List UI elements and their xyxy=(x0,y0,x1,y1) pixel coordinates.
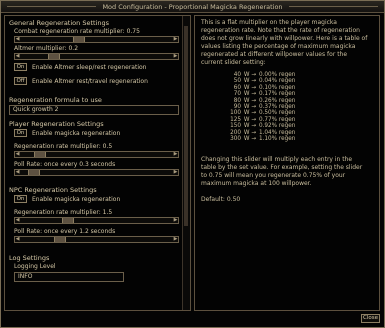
slider-knob[interactable] xyxy=(53,237,66,242)
altmer-multiplier-slider[interactable]: ◀ ▶ xyxy=(14,53,179,60)
slider-left-arrow-icon[interactable]: ◀ xyxy=(15,170,20,175)
info-paragraph-1: This is a flat multiplier on the player … xyxy=(201,19,368,66)
slider-left-arrow-icon[interactable]: ◀ xyxy=(15,37,20,42)
slider-right-arrow-icon[interactable]: ▶ xyxy=(173,237,178,242)
title-bar: Mod Configuration - Proportional Magicka… xyxy=(1,1,384,13)
slider-knob[interactable] xyxy=(28,170,41,175)
info-panel: This is a flat multiplier on the player … xyxy=(194,15,380,311)
regen-value: 1.10% regen xyxy=(259,135,296,142)
npc-enable-label: Enable magicka regeneration xyxy=(32,196,121,203)
formula-label: Regeneration formula to use xyxy=(9,96,102,104)
slider-left-arrow-icon[interactable]: ◀ xyxy=(15,218,20,223)
player-enable-label: Enable magicka regeneration xyxy=(32,130,121,137)
slider-knob[interactable] xyxy=(72,37,85,42)
slider-right-arrow-icon[interactable]: ▶ xyxy=(173,37,178,42)
slider-right-arrow-icon[interactable]: ▶ xyxy=(173,152,178,157)
combat-rate-slider[interactable]: ◀ ▶ xyxy=(14,36,179,43)
npc-poll-label: Poll Rate: once every 1.2 seconds xyxy=(14,228,116,235)
player-rate-slider[interactable]: ◀ ▶ xyxy=(14,151,179,158)
willpower-arrow: W → xyxy=(243,135,257,142)
mod-config-window: Mod Configuration - Proportional Magicka… xyxy=(0,0,385,328)
settings-panel[interactable]: General Regeneration Settings Combat reg… xyxy=(4,15,191,311)
scrollbar-thumb[interactable] xyxy=(184,26,188,226)
title-rule-left xyxy=(7,6,97,7)
logging-level-input[interactable]: INFO xyxy=(14,272,124,282)
npc-rate-label: Regeneration rate multiplier: 1.5 xyxy=(14,209,113,216)
player-poll-label: Poll Rate: once every 0.3 seconds xyxy=(14,161,116,168)
npc-header: NPC Regeneration Settings xyxy=(9,186,97,194)
info-paragraph-2: Changing this slider will multiply each … xyxy=(201,156,363,187)
player-rate-label: Regeneration rate multiplier: 0.5 xyxy=(14,143,113,150)
player-header: Player Regeneration Settings xyxy=(9,120,104,128)
window-title: Mod Configuration - Proportional Magicka… xyxy=(102,2,283,11)
title-rule-right xyxy=(288,6,379,7)
slider-right-arrow-icon[interactable]: ▶ xyxy=(173,54,178,59)
formula-input[interactable]: Quick growth 2 xyxy=(9,105,179,115)
slider-left-arrow-icon[interactable]: ◀ xyxy=(15,152,20,157)
regen-table-row: 300 W → 1.10% regen xyxy=(205,136,325,142)
log-header: Log Settings xyxy=(9,254,50,262)
general-header: General Regeneration Settings xyxy=(9,19,109,27)
combat-rate-label: Combat regeneration rate multiplier: 0.7… xyxy=(14,28,140,35)
slider-right-arrow-icon[interactable]: ▶ xyxy=(173,218,178,223)
willpower-value: 300 xyxy=(230,135,241,142)
player-poll-slider[interactable]: ◀ ▶ xyxy=(14,169,179,176)
slider-knob[interactable] xyxy=(34,152,47,157)
altmer-sleep-toggle[interactable]: On xyxy=(14,63,27,71)
slider-right-arrow-icon[interactable]: ▶ xyxy=(173,170,178,175)
npc-rate-slider[interactable]: ◀ ▶ xyxy=(14,217,179,224)
logging-level-label: Logging Level xyxy=(14,263,56,270)
settings-scrollbar[interactable] xyxy=(182,16,190,310)
default-value: Default: 0.50 xyxy=(201,196,241,203)
regen-table: 40 W → 0.00% regen 50 W → 0.04% regen 60 W → 0.1… xyxy=(205,72,325,142)
altmer-sleep-label: Enable Altmer sleep/rest regeneration xyxy=(32,64,147,71)
slider-knob[interactable] xyxy=(62,218,75,223)
altmer-travel-toggle[interactable]: Off xyxy=(14,77,27,85)
player-enable-toggle[interactable]: On xyxy=(14,129,27,137)
npc-poll-slider[interactable]: ◀ ▶ xyxy=(14,236,179,243)
slider-left-arrow-icon[interactable]: ◀ xyxy=(15,237,20,242)
altmer-travel-label: Enable Altmer rest/travel regeneration xyxy=(32,78,148,85)
slider-knob[interactable] xyxy=(48,54,61,59)
close-button[interactable]: Close xyxy=(361,314,380,323)
npc-enable-toggle[interactable]: On xyxy=(14,195,27,203)
altmer-multiplier-label: Altmer multiplier: 0.2 xyxy=(14,45,79,52)
slider-left-arrow-icon[interactable]: ◀ xyxy=(15,54,20,59)
